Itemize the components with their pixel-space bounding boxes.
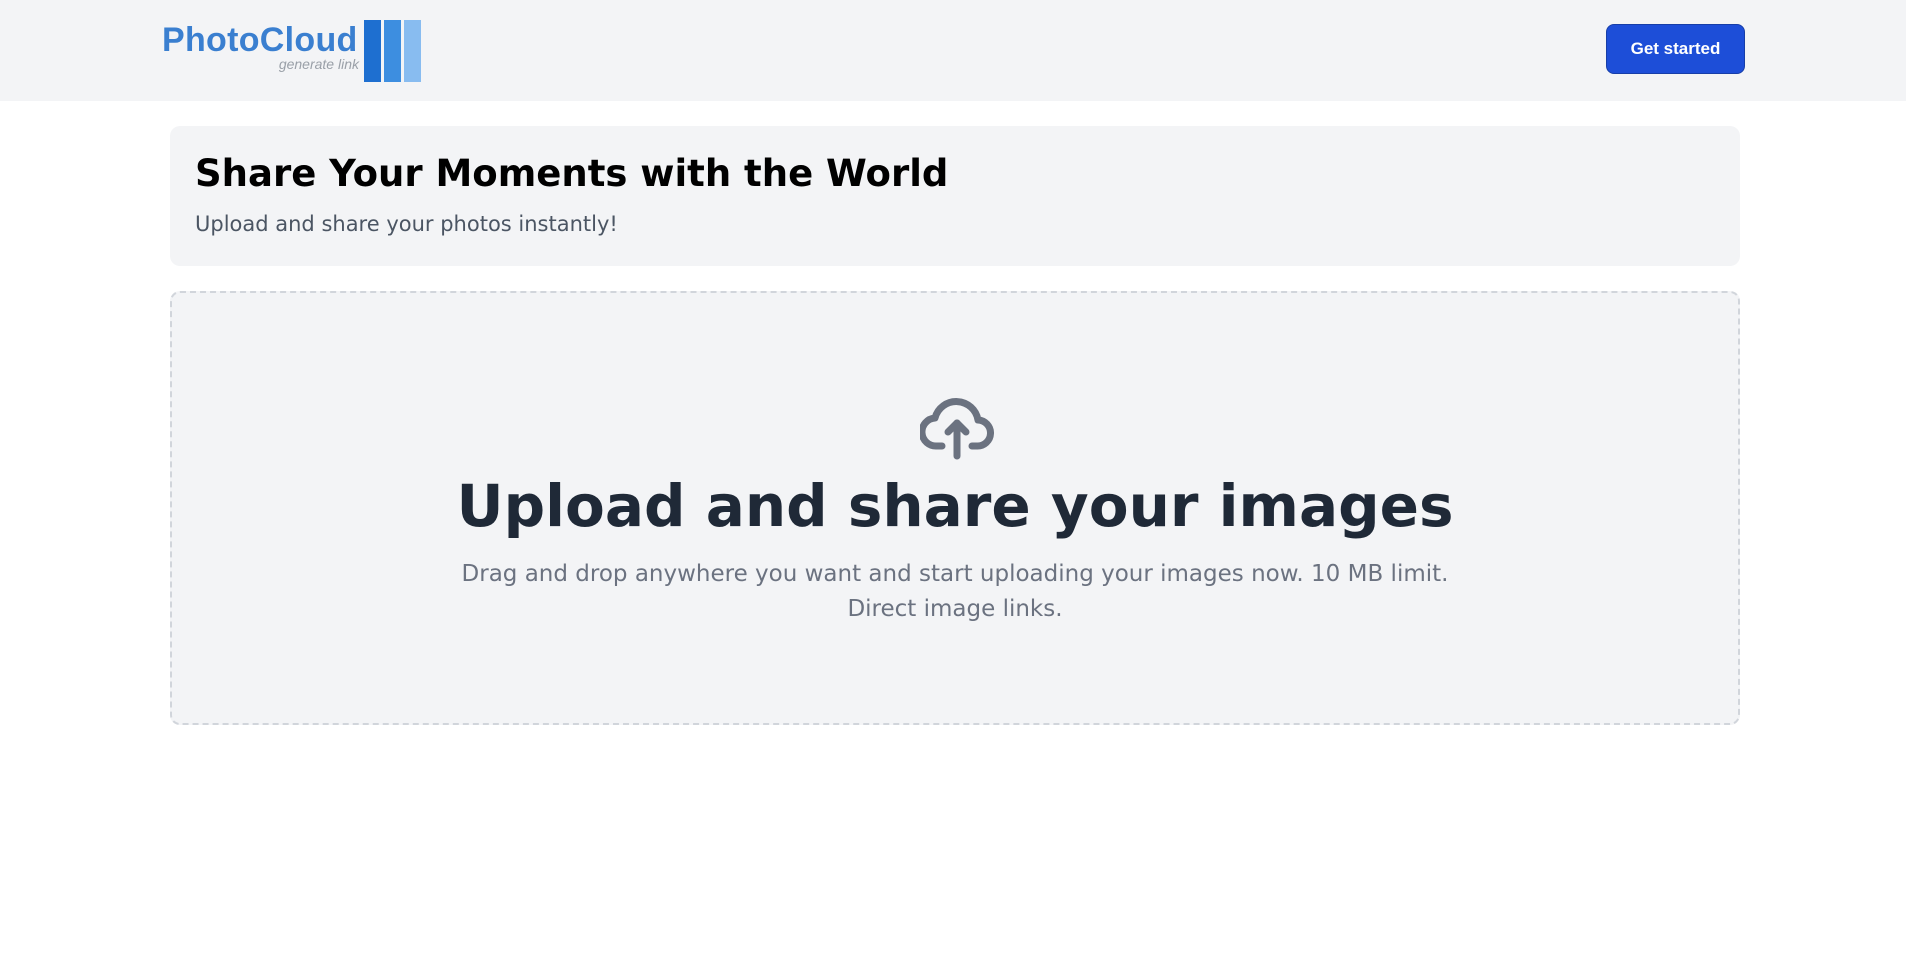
dropzone-description: Drag and drop anywhere you want and star… — [461, 561, 1449, 622]
logo-name: PhotoCloud — [162, 21, 358, 59]
logo-bars-icon — [364, 20, 422, 82]
get-started-button[interactable]: Get started — [1606, 24, 1745, 74]
logo-bar — [364, 20, 381, 82]
cloud-upload-icon — [920, 398, 994, 460]
hero-title: Share Your Moments with the World — [195, 152, 949, 195]
site-header: PhotoCloud generate link Get started — [0, 0, 1906, 101]
logo-bar — [384, 20, 401, 82]
logo-bar — [404, 20, 421, 82]
hero-banner: Share Your Moments with the World Upload… — [170, 126, 1740, 266]
logo-tagline: generate link — [278, 56, 359, 72]
hero-subtitle: Upload and share your photos instantly! — [195, 212, 618, 236]
dropzone-title: Upload and share your images — [456, 472, 1454, 540]
upload-dropzone[interactable]: Upload and share your images Drag and dr… — [170, 291, 1740, 725]
photocloud-logo[interactable]: PhotoCloud generate link — [162, 20, 422, 82]
